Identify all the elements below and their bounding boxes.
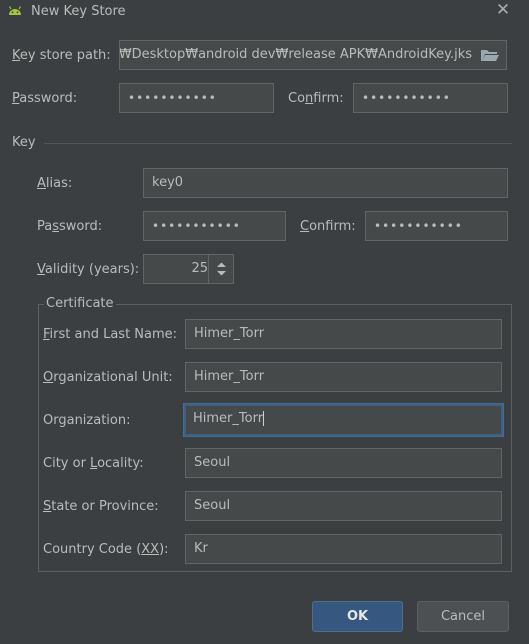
- first-last-name-input[interactable]: Himer_Torr: [185, 319, 502, 349]
- cancel-button[interactable]: Cancel: [417, 601, 509, 632]
- keystore-path-label: Key store path:: [12, 48, 111, 63]
- first-last-name-label: First and Last Name:: [43, 327, 178, 342]
- state-input[interactable]: Seoul: [185, 491, 502, 521]
- validity-value[interactable]: 25: [144, 255, 208, 283]
- keystore-confirm-input[interactable]: •••••••••••: [353, 83, 508, 113]
- validity-spinner[interactable]: 25: [143, 254, 234, 284]
- text-cursor: [263, 411, 265, 426]
- keystore-password-label: Password:: [12, 91, 78, 106]
- certificate-legend: Certificate: [44, 296, 116, 311]
- keystore-confirm-label: Confirm:: [288, 91, 344, 106]
- keystore-password-input[interactable]: •••••••••••: [119, 83, 274, 113]
- country-code-label: Country Code (XX):: [43, 542, 169, 557]
- organization-label: Organization:: [43, 413, 131, 428]
- country-code-input[interactable]: Kr: [185, 534, 502, 564]
- key-section-label: Key: [12, 135, 36, 150]
- alias-input[interactable]: key0: [143, 168, 508, 198]
- window-title: New Key Store: [31, 4, 126, 19]
- org-unit-input[interactable]: Himer_Torr: [185, 362, 502, 392]
- city-input[interactable]: Seoul: [185, 448, 502, 478]
- state-label: State or Province:: [43, 499, 159, 514]
- city-label: City or Locality:: [43, 456, 144, 471]
- key-section-divider: [44, 143, 512, 144]
- validity-label: Validity (years):: [37, 262, 140, 277]
- spinner-arrows-icon[interactable]: [216, 261, 227, 277]
- validity-stepper[interactable]: [208, 255, 233, 283]
- key-password-label: Password:: [37, 219, 103, 234]
- key-confirm-input[interactable]: •••••••••••: [365, 211, 508, 241]
- title-bar: New Key Store ✕: [0, 0, 529, 24]
- folder-open-icon[interactable]: [480, 47, 500, 63]
- android-icon: [8, 6, 22, 15]
- org-unit-label: Organizational Unit:: [43, 370, 173, 385]
- close-icon[interactable]: ✕: [494, 1, 512, 19]
- ok-button[interactable]: OK: [312, 601, 403, 632]
- key-confirm-label: Confirm:: [300, 219, 356, 234]
- key-password-input[interactable]: •••••••••••: [143, 211, 286, 241]
- keystore-path-input[interactable]: oin₩Desktop₩android dev₩release APK₩Andr…: [119, 40, 507, 70]
- organization-input[interactable]: Himer_Torr: [184, 404, 503, 436]
- alias-label: Alias:: [37, 176, 73, 191]
